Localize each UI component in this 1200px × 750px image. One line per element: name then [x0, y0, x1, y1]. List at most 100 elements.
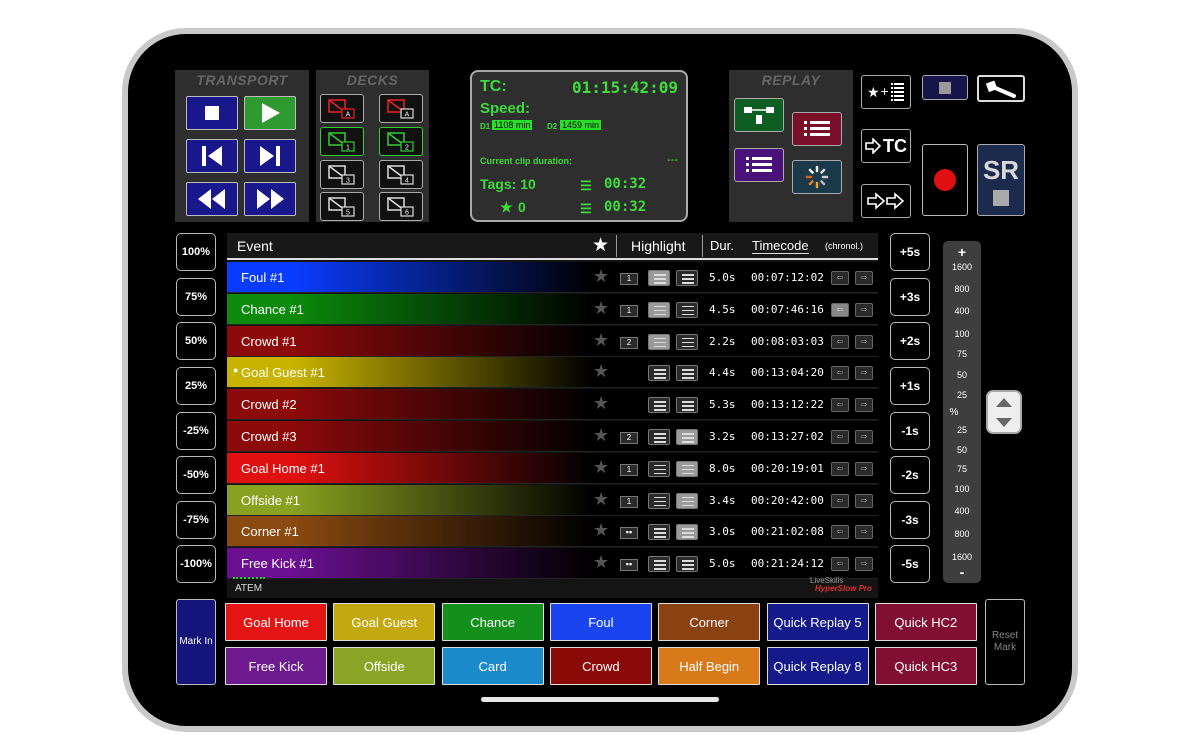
- speed-scale-slider[interactable]: + 1600 800 400 100 75 50 25 % 25 50 75 1…: [943, 241, 981, 583]
- highlight-list-icon[interactable]: [648, 556, 670, 573]
- record-button[interactable]: [922, 144, 968, 216]
- goto-tc-button[interactable]: TC: [861, 129, 911, 163]
- highlight-list-icon[interactable]: [676, 429, 698, 445]
- speed-minus-100-button[interactable]: -100%: [176, 545, 216, 583]
- star-icon[interactable]: ★: [593, 331, 609, 349]
- star-icon[interactable]: ★: [593, 267, 609, 285]
- table-row[interactable]: Offside #1 ★ 1 3.4s 00:20:42:00 ⇦ ⇨: [227, 484, 878, 516]
- star-icon[interactable]: ★: [593, 490, 609, 508]
- scale-stepper[interactable]: [986, 390, 1022, 434]
- highlight-list-icon[interactable]: [648, 270, 670, 286]
- event-button-foul[interactable]: Foul: [549, 603, 652, 641]
- stop-button[interactable]: [186, 96, 238, 130]
- highlight-list-icon[interactable]: [676, 270, 698, 286]
- loading-button[interactable]: [792, 160, 842, 194]
- plus-2s-button[interactable]: +2s: [890, 322, 930, 360]
- star-icon[interactable]: ★: [593, 362, 609, 380]
- highlight-list-icon[interactable]: [648, 460, 670, 477]
- arrow-left-icon[interactable]: ⇦: [831, 461, 849, 476]
- table-row[interactable]: Crowd #2 ★ 5.3s 00:13:12:22 ⇦ ⇨: [227, 389, 878, 421]
- arrow-left-icon[interactable]: ⇦: [831, 366, 849, 381]
- arrow-right-icon[interactable]: ⇨: [855, 430, 873, 444]
- header-event[interactable]: Event: [237, 238, 273, 254]
- event-button-corner[interactable]: Corner: [658, 603, 761, 641]
- plus-3s-button[interactable]: +3s: [890, 278, 930, 316]
- speed-minus-75-button[interactable]: -75%: [176, 501, 216, 539]
- deck-4-button[interactable]: 4: [379, 160, 423, 189]
- star-icon[interactable]: ★: [593, 299, 609, 317]
- star-icon[interactable]: ★: [593, 458, 609, 476]
- event-button-quick-replay-8[interactable]: Quick Replay 8: [766, 647, 869, 685]
- hammer-button[interactable]: [977, 75, 1025, 102]
- speed-minus-25-button[interactable]: -25%: [176, 412, 216, 450]
- deck-a-white-button[interactable]: A: [379, 94, 423, 123]
- highlight-list-icon[interactable]: [648, 301, 670, 318]
- highlight-list-icon[interactable]: [676, 556, 698, 573]
- chevron-up-icon[interactable]: [988, 394, 1020, 412]
- table-row[interactable]: Free Kick #1 ★ ▪▪ 5.0s 00:21:24:12 ⇦ ⇨: [227, 548, 878, 580]
- arrow-left-icon[interactable]: ⇦: [831, 525, 849, 540]
- highlight-list-icon[interactable]: [648, 429, 670, 445]
- highlight-list-icon[interactable]: [676, 397, 698, 414]
- rewind-button[interactable]: [186, 182, 238, 216]
- arrow-right-icon[interactable]: ⇨: [855, 525, 873, 540]
- header-timecode[interactable]: Timecode: [752, 238, 809, 254]
- event-button-half-begin[interactable]: Half Begin: [658, 647, 761, 685]
- arrow-right-icon[interactable]: ⇨: [855, 557, 873, 572]
- speed-100-button[interactable]: 100%: [176, 233, 216, 271]
- header-highlight[interactable]: Highlight: [631, 238, 685, 254]
- event-button-free-kick[interactable]: Free Kick: [225, 647, 327, 685]
- table-row[interactable]: Foul #1 ★ 1 5.0s 00:07:12:02 ⇦ ⇨: [227, 262, 878, 293]
- event-button-card[interactable]: Card: [441, 647, 544, 685]
- replay-list-purple-button[interactable]: [734, 148, 784, 182]
- plus-5s-button[interactable]: +5s: [890, 233, 930, 271]
- table-row[interactable]: Goal Home #1 ★ 1 8.0s 00:20:19:01 ⇦ ⇨: [227, 452, 878, 484]
- minus-2s-button[interactable]: -2s: [890, 456, 930, 494]
- table-row[interactable]: ● Goal Guest #1 ★ 4.4s 00:13:04:20 ⇦ ⇨: [227, 357, 878, 389]
- event-button-goal-guest[interactable]: Goal Guest: [333, 603, 436, 641]
- highlight-list-icon[interactable]: [648, 397, 670, 414]
- stop-small-button[interactable]: [922, 75, 968, 100]
- arrow-right-icon[interactable]: ⇨: [855, 461, 873, 476]
- star-icon[interactable]: ★: [593, 426, 609, 444]
- header-star-icon[interactable]: ★: [592, 234, 609, 257]
- table-row[interactable]: Crowd #1 ★ 2 2.2s 00:08:03:03 ⇦ ⇨: [227, 325, 878, 357]
- deck-5-button[interactable]: 5: [320, 192, 364, 221]
- chevron-down-icon[interactable]: [988, 413, 1020, 431]
- play-button[interactable]: [244, 96, 296, 130]
- arrow-left-icon[interactable]: ⇦: [831, 398, 849, 413]
- highlight-list-icon[interactable]: [648, 333, 670, 350]
- highlight-list-icon[interactable]: [676, 365, 698, 382]
- event-button-offside[interactable]: Offside: [333, 647, 436, 685]
- event-button-quick-replay-5[interactable]: Quick Replay 5: [766, 603, 869, 641]
- highlight-list-icon[interactable]: [676, 524, 698, 541]
- sr-button[interactable]: SR: [977, 144, 1025, 216]
- speed-minus-50-button[interactable]: -50%: [176, 456, 216, 494]
- deck-2-button[interactable]: 2: [379, 127, 423, 156]
- highlight-list-icon[interactable]: [676, 492, 698, 509]
- deck-a-red-button[interactable]: A: [320, 94, 364, 123]
- header-duration[interactable]: Dur.: [710, 238, 734, 253]
- event-button-crowd[interactable]: Crowd: [549, 647, 652, 685]
- deck-6-button[interactable]: 6: [379, 192, 423, 221]
- replay-list-red-button[interactable]: [792, 112, 842, 146]
- deck-1-button[interactable]: 1: [320, 127, 364, 156]
- arrow-right-icon[interactable]: ⇨: [855, 366, 873, 381]
- arrow-right-icon[interactable]: ⇨: [855, 334, 873, 349]
- arrow-right-icon[interactable]: ⇨: [855, 398, 873, 413]
- next-next-button[interactable]: [861, 184, 911, 218]
- minus-5s-button[interactable]: -5s: [890, 545, 930, 583]
- star-list-button[interactable]: ★ +: [861, 75, 911, 109]
- speed-50-button[interactable]: 50%: [176, 322, 216, 360]
- highlight-list-icon[interactable]: [676, 301, 698, 318]
- arrow-left-icon[interactable]: ⇦: [831, 493, 849, 508]
- reset-mark-button[interactable]: Reset Mark: [985, 599, 1025, 685]
- arrow-right-icon[interactable]: ⇨: [855, 271, 873, 285]
- table-row[interactable]: Crowd #3 ★ 2 3.2s 00:13:27:02 ⇦ ⇨: [227, 421, 878, 452]
- star-icon[interactable]: ★: [593, 521, 609, 539]
- star-icon[interactable]: ★: [593, 394, 609, 412]
- star-icon[interactable]: ★: [593, 553, 609, 571]
- event-button-goal-home[interactable]: Goal Home: [225, 603, 327, 641]
- minus-1s-button[interactable]: -1s: [890, 412, 930, 450]
- highlight-list-icon[interactable]: [676, 333, 698, 350]
